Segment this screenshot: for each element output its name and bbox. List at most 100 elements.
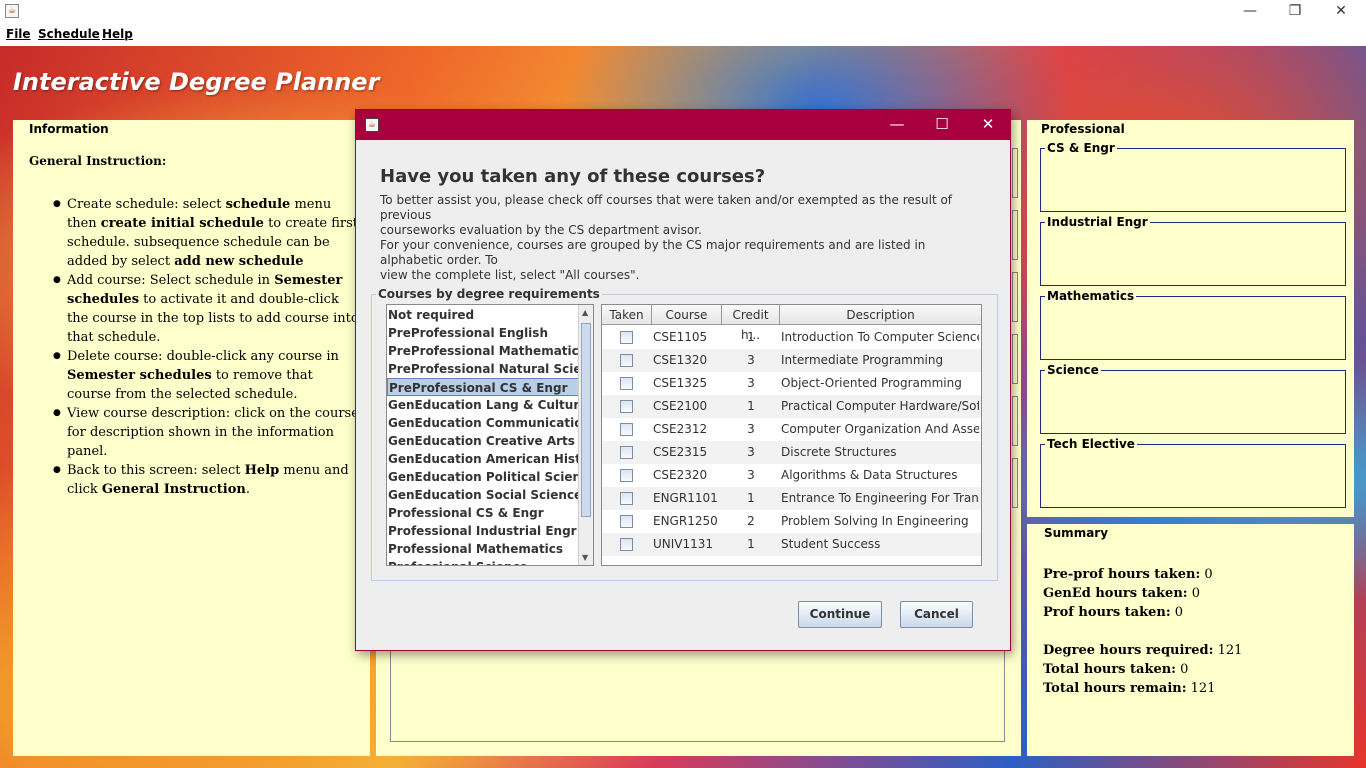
course-list-edge [1012,210,1018,260]
taken-cell[interactable] [602,464,652,487]
summary-line: Total hours taken: 0 [1043,662,1189,677]
taken-cell[interactable] [602,372,652,395]
list-item[interactable]: PreProfessional Mathematics [387,342,586,360]
course-table[interactable]: Taken Course Credit h... Description CSE… [601,304,982,566]
taken-checkbox[interactable] [620,400,633,413]
taken-cell[interactable] [602,326,652,349]
menu-help[interactable]: Help [102,27,133,41]
taken-checkbox[interactable] [620,469,633,482]
requirements-list[interactable]: Not required PreProfessional English Pre… [386,304,594,566]
scroll-up-icon[interactable]: ▲ [582,308,588,317]
taken-checkbox[interactable] [620,354,633,367]
taken-checkbox[interactable] [620,423,633,436]
summary-title: Summary [1044,526,1109,540]
dialog-close-button[interactable]: ✕ [965,110,1011,140]
taken-checkbox[interactable] [620,446,633,459]
professional-title: Professional [1041,122,1125,136]
java-cup-icon: ☕ [5,4,19,18]
table-row[interactable]: UNIV1131 1 Student Success [602,533,981,556]
summary-line: Total hours remain: 121 [1043,681,1216,696]
menu-file[interactable]: File [6,27,31,41]
dialog-minimize-button[interactable]: — [874,110,920,140]
taken-cell[interactable] [602,533,652,556]
group-cs-engr[interactable]: CS & Engr [1040,141,1346,212]
summary-line: GenEd hours taken: 0 [1043,586,1200,601]
course-cell: UNIV1131 [653,537,714,551]
list-item[interactable]: GenEducation Lang & Culture [387,396,587,414]
course-cell: CSE2100 [653,399,708,413]
course-cell: CSE1105 [653,330,708,344]
group-science[interactable]: Science [1040,363,1346,434]
list-item[interactable]: GenEducation Political Science [387,468,593,486]
scroll-down-icon[interactable]: ▼ [582,553,588,562]
list-item[interactable]: GenEducation Communication [387,414,591,432]
description-cell: Object-Oriented Programming [781,376,962,390]
description-cell: Problem Solving In Engineering [781,514,969,528]
column-header-credit[interactable]: Credit h... [722,305,780,342]
column-header-course[interactable]: Course [652,305,722,325]
taken-checkbox[interactable] [620,538,633,551]
summary-line: Degree hours required: 121 [1043,643,1243,658]
close-button[interactable]: ✕ [1318,0,1364,24]
professional-panel: Professional CS & Engr Industrial Engr M… [1027,120,1354,517]
column-header-taken[interactable]: Taken [602,305,652,325]
course-list-edge [1012,396,1018,446]
course-cell: ENGR1250 [653,514,718,528]
list-item[interactable]: Professional Industrial Engr [387,522,579,540]
taken-cell[interactable] [602,510,652,533]
list-item[interactable]: GenEducation Social Science [387,486,582,504]
table-row[interactable]: CSE1325 3 Object-Oriented Programming [602,372,981,395]
credit-cell: 1 [747,399,755,413]
taken-cell[interactable] [602,395,652,418]
table-row[interactable]: CSE2315 3 Discrete Structures [602,441,981,464]
taken-cell[interactable] [602,441,652,464]
group-industrial-engr[interactable]: Industrial Engr [1040,215,1346,286]
dialog-titlebar: ☕ — ☐ ✕ [356,110,1010,140]
list-item[interactable]: PreProfessional Natural Science [387,360,593,378]
semester-schedules-area[interactable] [390,650,1005,742]
table-row[interactable]: ENGR1101 1 Entrance To Engineering For Tra… [602,487,981,510]
information-title: Information [29,122,109,136]
taken-cell[interactable] [602,418,652,441]
taken-cell[interactable] [602,349,652,372]
dialog-maximize-button[interactable]: ☐ [919,110,965,140]
list-item[interactable]: Professional Mathematics [387,540,579,558]
group-title: Science [1045,363,1101,377]
table-row[interactable]: CSE2100 1 Practical Computer Hardware/Soft… [602,395,981,418]
taken-checkbox[interactable] [620,331,633,344]
table-row[interactable]: CSE2320 3 Algorithms & Data Structures [602,464,981,487]
taken-cell[interactable] [602,487,652,510]
description-cell: Computer Organization And Asse... [781,422,979,436]
group-mathematics[interactable]: Mathematics [1040,289,1346,360]
group-tech-elective[interactable]: Tech Elective [1040,437,1346,508]
restore-button[interactable]: ❐ [1272,0,1318,24]
table-row[interactable]: CSE1105 1 Introduction To Computer Science [602,326,981,349]
taken-checkbox[interactable] [620,515,633,528]
list-item-selected[interactable]: PreProfessional CS & Engr [387,378,579,396]
list-item[interactable]: GenEducation American History [387,450,593,468]
dialog-heading: Have you taken any of these courses? [380,166,766,187]
list-scrollbar[interactable]: ▲ ▼ [578,305,593,565]
taken-checkbox[interactable] [620,377,633,390]
group-title: CS & Engr [1045,141,1117,155]
table-row[interactable]: CSE1320 3 Intermediate Programming [602,349,981,372]
column-header-description[interactable]: Description [780,305,981,325]
list-item[interactable]: Not required [387,306,579,324]
continue-button[interactable]: Continue [798,601,882,628]
list-item[interactable]: Professional CS & Engr [387,504,579,522]
description-cell: Entrance To Engineering For Tran... [781,491,979,505]
table-row[interactable]: ENGR1250 2 Problem Solving In Engineering [602,510,981,533]
menu-schedule[interactable]: Schedule [38,27,100,41]
minimize-button[interactable]: — [1227,0,1273,24]
instruction-item: Add course: Select schedule in Semester … [53,271,359,347]
list-item[interactable]: GenEducation Creative Arts [387,432,579,450]
list-item[interactable]: PreProfessional English [387,324,579,342]
java-cup-icon: ☕ [365,118,379,132]
scroll-thumb[interactable] [581,323,591,517]
cancel-button[interactable]: Cancel [900,601,973,628]
table-header: Taken Course Credit h... Description [602,305,981,342]
taken-checkbox[interactable] [620,492,633,505]
list-item[interactable]: Professional Science [387,558,579,565]
credit-cell: 3 [747,422,755,436]
table-row[interactable]: CSE2312 3 Computer Organization And Asse..… [602,418,981,441]
